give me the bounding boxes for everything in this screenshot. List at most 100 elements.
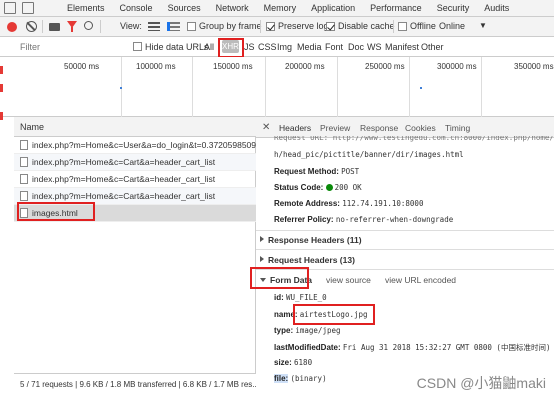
name-column-label: Name — [20, 122, 45, 132]
throttling-select[interactable]: Online — [439, 21, 465, 31]
form-field-size: size: 6180 — [274, 358, 312, 367]
timeline-label: 250000 ms — [365, 62, 405, 71]
timeline-gridline — [481, 57, 482, 117]
response-headers-section[interactable]: Response Headers (11) — [260, 235, 362, 245]
tab-security[interactable]: Security — [437, 3, 470, 13]
tab-sources[interactable]: Sources — [168, 3, 201, 13]
filter-type-doc[interactable]: Doc — [348, 42, 364, 52]
form-data-highlight-box — [250, 267, 309, 289]
tab-memory[interactable]: Memory — [264, 3, 297, 13]
chevron-down-icon[interactable]: ▼ — [479, 21, 487, 30]
toolbar-divider — [100, 20, 101, 33]
clear-icon[interactable] — [26, 21, 37, 32]
filter-icon[interactable] — [67, 21, 77, 32]
toolbar-divider — [260, 20, 261, 33]
view-source-link[interactable]: view source — [326, 275, 371, 285]
form-field-type: type: image/jpeg — [274, 326, 341, 335]
tab-console[interactable]: Console — [120, 3, 153, 13]
view-label: View: — [120, 21, 142, 31]
request-method-row: Request Method: POST — [274, 167, 359, 176]
timeline-request-marker — [120, 87, 122, 89]
disable-cache-checkbox[interactable] — [326, 22, 335, 31]
images-html-highlight-box — [17, 202, 95, 221]
hide-data-urls-checkbox[interactable] — [133, 42, 142, 51]
filter-type-all[interactable]: All — [204, 42, 214, 52]
screenshot-icon[interactable] — [49, 23, 60, 31]
request-row[interactable]: index.php?m=Home&c=User&a=do_login&t=0.3… — [14, 137, 268, 154]
form-field-value: 6180 — [294, 358, 313, 367]
request-list: index.php?m=Home&c=User&a=do_login&t=0.3… — [14, 137, 268, 373]
timeline-label: 350000 ms — [514, 62, 554, 71]
tab-application[interactable]: Application — [311, 3, 355, 13]
overview-icon[interactable] — [167, 22, 180, 31]
preserve-log-checkbox[interactable] — [266, 22, 275, 31]
filter-type-ws[interactable]: WS — [367, 42, 382, 52]
form-field-key: id: — [274, 293, 284, 302]
timeline-gridline — [409, 57, 410, 117]
tab-preview[interactable]: Preview — [320, 123, 350, 133]
document-icon — [20, 140, 28, 150]
name-column-header[interactable]: Name — [14, 117, 256, 137]
timeline-gridline — [265, 57, 266, 117]
filter-input[interactable] — [20, 40, 120, 54]
xhr-highlight-box — [218, 38, 244, 58]
tab-timing[interactable]: Timing — [445, 123, 470, 133]
request-name: index.php?m=Home&c=Cart&a=header_cart_li… — [32, 157, 216, 167]
tab-network[interactable]: Network — [216, 3, 249, 13]
form-field-value: WU_FILE_0 — [286, 293, 327, 302]
timeline-label: 50000 ms — [64, 62, 100, 71]
group-by-frame-checkbox[interactable] — [187, 22, 196, 31]
filter-type-manifest[interactable]: Manifest — [385, 42, 419, 52]
side-marker — [0, 66, 3, 74]
form-field-value: Fri Aug 31 2018 15:32:27 GMT 0800 (中国标准时… — [342, 343, 551, 352]
section-divider — [256, 249, 554, 250]
offline-label: Offline — [410, 21, 436, 31]
inspect-element-icon[interactable] — [4, 2, 16, 14]
view-url-encoded-link[interactable]: view URL encoded — [385, 275, 456, 285]
toolbar-divider — [393, 20, 394, 33]
section-divider — [256, 230, 554, 231]
timeline-label: 100000 ms — [136, 62, 176, 71]
request-name: index.php?m=Home&c=User&a=do_login&t=0.3… — [32, 140, 268, 150]
network-toolbar: View: Group by frame Preserve log Disabl… — [0, 17, 554, 37]
request-row[interactable]: index.php?m=Home&c=Cart&a=header_cart_li… — [14, 154, 256, 171]
filter-type-other[interactable]: Other — [421, 42, 444, 52]
watermark: CSDN @小猫鼬maki — [416, 375, 546, 391]
large-rows-icon[interactable] — [148, 22, 160, 31]
side-marker — [0, 84, 3, 92]
request-name: index.php?m=Home&c=Cart&a=header_cart_li… — [32, 174, 216, 184]
tab-cookies[interactable]: Cookies — [405, 123, 436, 133]
request-headers-section[interactable]: Request Headers (13) — [260, 255, 355, 265]
timeline-gridline — [192, 57, 193, 117]
referrer-policy-value: no-referrer-when-downgrade — [335, 215, 454, 224]
tab-performance[interactable]: Performance — [370, 3, 422, 13]
group-by-frame-label: Group by frame — [199, 21, 262, 31]
request-row[interactable]: index.php?m=Home&c=Cart&a=header_cart_li… — [14, 171, 256, 188]
filter-type-js[interactable]: JS — [244, 42, 255, 52]
filter-bar: Hide data URLs All XHR JS CSS Img Media … — [0, 37, 554, 57]
tab-response[interactable]: Response — [360, 123, 398, 133]
close-icon[interactable]: ✕ — [262, 122, 270, 133]
request-summary: 5 / 71 requests | 9.6 KB / 1.8 MB transf… — [20, 380, 259, 389]
filter-type-media[interactable]: Media — [297, 42, 322, 52]
filter-type-img[interactable]: Img — [277, 42, 292, 52]
response-headers-title: Response Headers (11) — [268, 235, 362, 245]
preserve-log-label: Preserve log — [278, 21, 329, 31]
filter-type-font[interactable]: Font — [325, 42, 343, 52]
remote-address-row: Remote Address: 112.74.191.10:8000 — [274, 199, 423, 208]
document-icon — [20, 174, 28, 184]
details-tab-bar: ✕ Headers Preview Response Cookies Timin… — [256, 117, 554, 138]
tab-audits[interactable]: Audits — [484, 3, 509, 13]
request-method-label: Request Method: — [274, 167, 339, 176]
tab-elements[interactable]: Elements — [67, 3, 105, 13]
search-icon[interactable] — [84, 21, 93, 30]
offline-checkbox[interactable] — [398, 22, 407, 31]
filter-type-css[interactable]: CSS — [258, 42, 277, 52]
tab-headers[interactable]: Headers — [279, 123, 311, 133]
status-code-value: 200 OK — [334, 183, 362, 192]
form-field-value: image/jpeg — [295, 326, 341, 335]
record-icon[interactable] — [7, 22, 17, 32]
device-toolbar-icon[interactable] — [22, 2, 34, 14]
remote-address-label: Remote Address: — [274, 199, 340, 208]
request-url: Request URL: http://www.testingedu.com.c… — [274, 136, 554, 142]
